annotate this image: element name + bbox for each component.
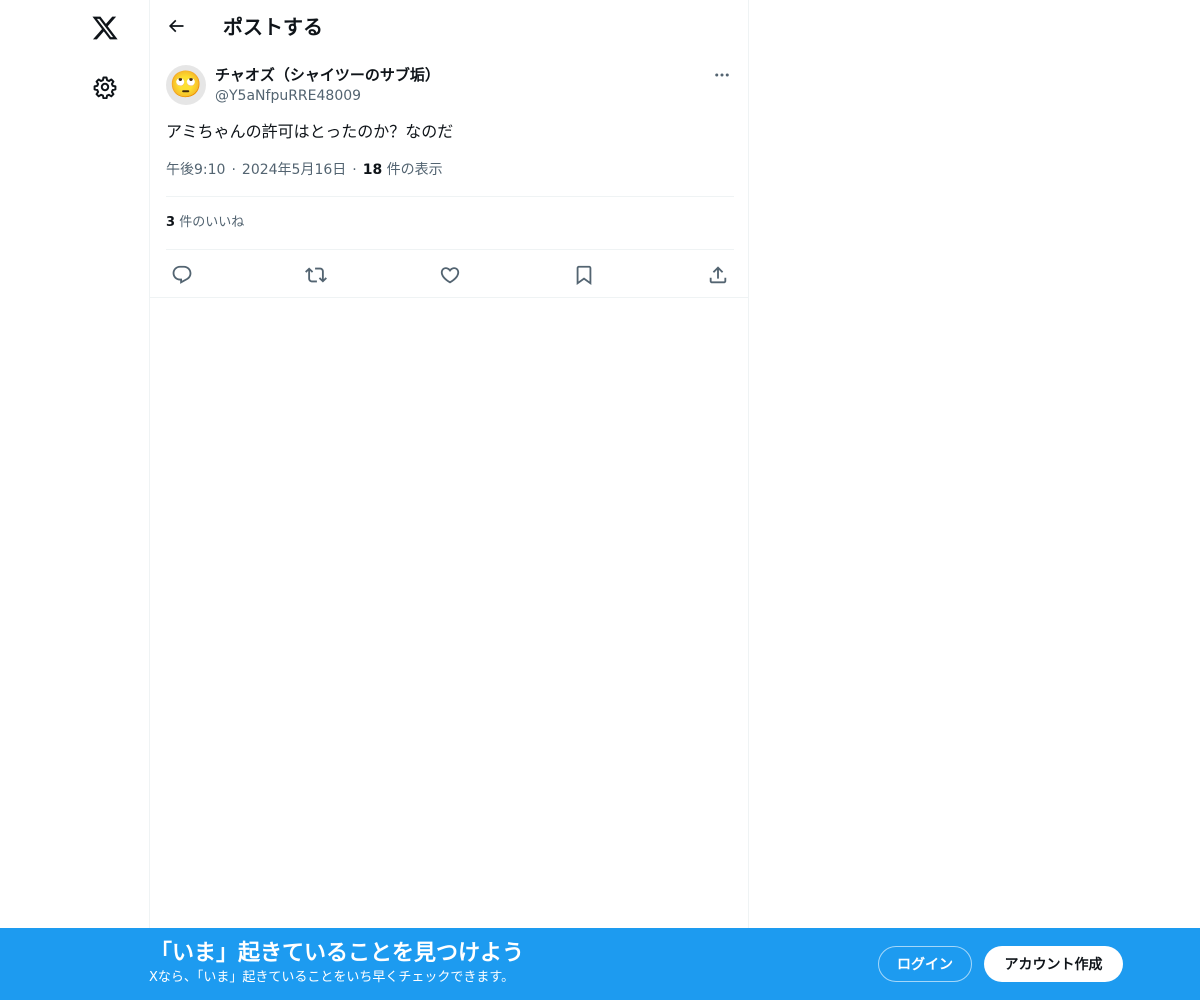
view-label: 件の表示	[386, 162, 443, 178]
share-icon	[709, 266, 727, 284]
left-nav	[0, 0, 150, 1000]
divider	[150, 297, 748, 298]
repost-icon	[305, 267, 327, 283]
reply-button[interactable]	[165, 258, 199, 292]
share-button[interactable]	[701, 258, 735, 292]
login-button[interactable]: ログイン	[878, 946, 972, 982]
author-handle[interactable]: @Y5aNfpuRRE48009	[215, 86, 361, 106]
meta-separator: ·	[231, 162, 236, 178]
author-display-name[interactable]: チャオズ（シャイツーのサブ垢）	[215, 65, 440, 85]
action-bar	[150, 250, 748, 297]
divider	[166, 196, 734, 197]
bookmark-icon	[576, 265, 592, 286]
back-button[interactable]	[158, 8, 194, 44]
page-header: ポストする	[150, 0, 748, 53]
like-label: 件のいいね	[179, 215, 245, 230]
arrow-left-icon	[168, 19, 184, 33]
like-button[interactable]	[433, 258, 467, 292]
more-options-button[interactable]	[710, 64, 734, 86]
post-time[interactable]: 午後9:10	[166, 162, 225, 178]
likes-summary[interactable]: 3 件のいいね	[166, 213, 244, 233]
meta-separator: ·	[352, 162, 357, 178]
more-horizontal-icon	[715, 73, 729, 77]
like-count: 3	[166, 215, 176, 230]
bookmark-button[interactable]	[567, 258, 601, 292]
view-count: 18	[362, 162, 383, 178]
x-logo-icon[interactable]	[83, 6, 127, 50]
banner-title: 「いま」起きていることを見つけよう	[150, 941, 525, 966]
post-date[interactable]: 2024年5月16日	[242, 162, 346, 178]
avatar[interactable]: 🙄	[166, 65, 206, 105]
post-text: アミちゃんの許可はとったのか？なのだ	[166, 122, 454, 141]
reply-icon	[172, 265, 192, 284]
heart-icon	[440, 267, 460, 284]
repost-button[interactable]	[299, 258, 333, 292]
banner-subtitle: Xなら、「いま」起きていることをいち早くチェックできます。	[149, 970, 515, 985]
page-title: ポストする	[223, 15, 323, 39]
create-account-button[interactable]: アカウント作成	[984, 946, 1123, 982]
main-column: ポストする 🙄 チャオズ（シャイツーのサブ垢） @Y5aNfpuRRE48009…	[149, 0, 749, 1000]
post-meta: 午後9:10 · 2024年5月16日 · 18 件の表示	[166, 160, 443, 180]
gear-icon[interactable]	[83, 65, 127, 109]
